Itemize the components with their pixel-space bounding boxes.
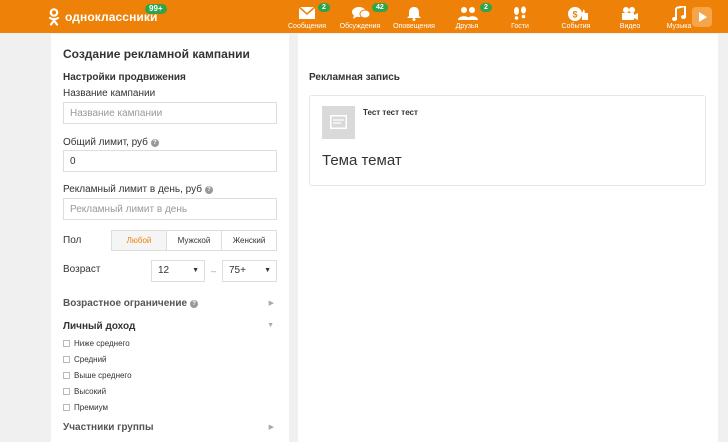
age-from-value: 12 <box>158 265 170 276</box>
friends-icon <box>458 6 478 21</box>
income-option[interactable]: Выше среднего <box>63 371 132 380</box>
nav-notifications[interactable]: Оповещения <box>393 0 435 33</box>
play-icon <box>699 12 707 22</box>
personal-income-toggle[interactable]: Личный доход ▼ <box>63 321 277 332</box>
top-navigation-bar: одноклассники 99+ 2 Сообщения 42 Обсужде… <box>0 0 728 33</box>
page-title: Создание рекламной кампании <box>63 47 250 61</box>
ad-text: Тема темат <box>322 152 402 169</box>
personal-income-label: Личный доход <box>63 321 136 332</box>
nav-badge: 42 <box>372 3 388 12</box>
notification-count-badge: 99+ <box>145 4 167 14</box>
nav-label: Музыка <box>666 23 692 30</box>
daily-limit-label-text: Рекламный лимит в день, руб <box>63 184 202 195</box>
checkbox[interactable] <box>63 404 70 411</box>
age-label: Возраст <box>63 264 101 275</box>
age-restriction-toggle[interactable]: Возрастное ограничение? ▶ <box>63 298 277 309</box>
collapse-arrow-icon: ▼ <box>267 322 274 329</box>
age-to-value: 75+ <box>229 265 246 276</box>
checkbox[interactable] <box>63 340 70 347</box>
site-logo[interactable]: одноклассники <box>48 8 157 26</box>
nav-label: Сообщения <box>288 23 326 30</box>
group-members-toggle[interactable]: Участники группы ▶ <box>63 422 277 433</box>
income-option[interactable]: Ниже среднего <box>63 339 130 348</box>
help-icon[interactable]: ? <box>204 186 213 194</box>
nav-badge: 2 <box>318 3 330 12</box>
age-range-separator: – <box>211 266 217 276</box>
nav-label: Обсуждения <box>339 23 381 30</box>
nav-guests[interactable]: Гости <box>504 0 536 33</box>
income-option-label: Выше среднего <box>74 371 132 380</box>
gender-option-any[interactable]: Любой <box>112 231 166 250</box>
ad-image-placeholder <box>322 106 355 139</box>
nav-label: Оповещения <box>393 23 435 30</box>
footprints-icon <box>511 6 529 21</box>
total-limit-label: Общий лимит, руб? <box>63 137 159 148</box>
help-icon[interactable]: ? <box>150 139 159 147</box>
daily-limit-input[interactable] <box>63 198 277 220</box>
chevron-down-icon: ▼ <box>264 267 271 274</box>
logo-text: одноклассники <box>65 10 158 24</box>
checkbox[interactable] <box>63 388 70 395</box>
nav-video[interactable]: Видео <box>614 0 646 33</box>
daily-limit-label: Рекламный лимит в день, руб? <box>63 184 213 195</box>
checkbox[interactable] <box>63 372 70 379</box>
video-camera-icon <box>621 6 639 21</box>
nav-label: Друзья <box>455 23 479 30</box>
age-restriction-label: Возрастное ограничение <box>63 298 188 309</box>
ok-logo-icon <box>48 8 60 26</box>
expand-arrow-icon: ▶ <box>268 300 274 307</box>
ad-preview-card: Тест тест тест Тема темат <box>309 95 706 186</box>
chevron-down-icon: ▼ <box>192 267 199 274</box>
income-option[interactable]: Средний <box>63 355 107 364</box>
ad-title: Тест тест тест <box>363 108 418 117</box>
total-limit-label-text: Общий лимит, руб <box>63 137 148 148</box>
envelope-icon <box>298 6 316 21</box>
income-option-label: Ниже среднего <box>74 339 130 348</box>
events-icon: $ <box>567 6 588 21</box>
bell-icon <box>405 6 423 21</box>
age-from-select[interactable]: 12 ▼ <box>151 260 205 282</box>
group-members-label: Участники группы <box>63 422 154 433</box>
campaign-name-label: Название кампании <box>63 88 156 99</box>
income-option[interactable]: Высокий <box>63 387 106 396</box>
nav-events[interactable]: $ События <box>556 0 596 33</box>
gender-label: Пол <box>63 235 82 246</box>
nav-discussions[interactable]: 42 Обсуждения <box>339 0 388 33</box>
campaign-name-input[interactable] <box>63 102 277 124</box>
ad-post-heading: Рекламная запись <box>309 72 400 83</box>
gender-option-male[interactable]: Мужской <box>166 231 221 250</box>
help-icon[interactable]: ? <box>190 300 199 308</box>
nav-label: Гости <box>511 23 529 30</box>
nav-messages[interactable]: 2 Сообщения <box>288 0 330 33</box>
checkbox[interactable] <box>63 356 70 363</box>
nav-friends[interactable]: 2 Друзья <box>448 0 492 33</box>
gender-selector: Любой Мужской Женский <box>111 230 277 251</box>
total-limit-input[interactable] <box>63 150 277 172</box>
age-to-select[interactable]: 75+ ▼ <box>222 260 277 282</box>
promotion-settings-heading: Настройки продвижения <box>63 72 186 83</box>
nav-badge: 2 <box>480 3 492 12</box>
image-placeholder-icon <box>330 115 347 129</box>
nav-music[interactable]: Музыка <box>664 0 694 33</box>
nav-label: События <box>561 23 591 30</box>
chat-bubbles-icon <box>351 6 371 21</box>
svg-text:$: $ <box>572 10 577 20</box>
income-option-label: Средний <box>74 355 107 364</box>
income-option[interactable]: Премиум <box>63 403 108 412</box>
gender-option-female[interactable]: Женский <box>221 231 276 250</box>
music-note-icon <box>670 4 688 21</box>
expand-arrow-icon: ▶ <box>268 424 274 431</box>
income-option-label: Премиум <box>74 403 109 412</box>
nav-label: Видео <box>619 23 641 30</box>
music-play-button[interactable] <box>692 7 712 27</box>
income-option-label: Высокий <box>74 387 107 396</box>
